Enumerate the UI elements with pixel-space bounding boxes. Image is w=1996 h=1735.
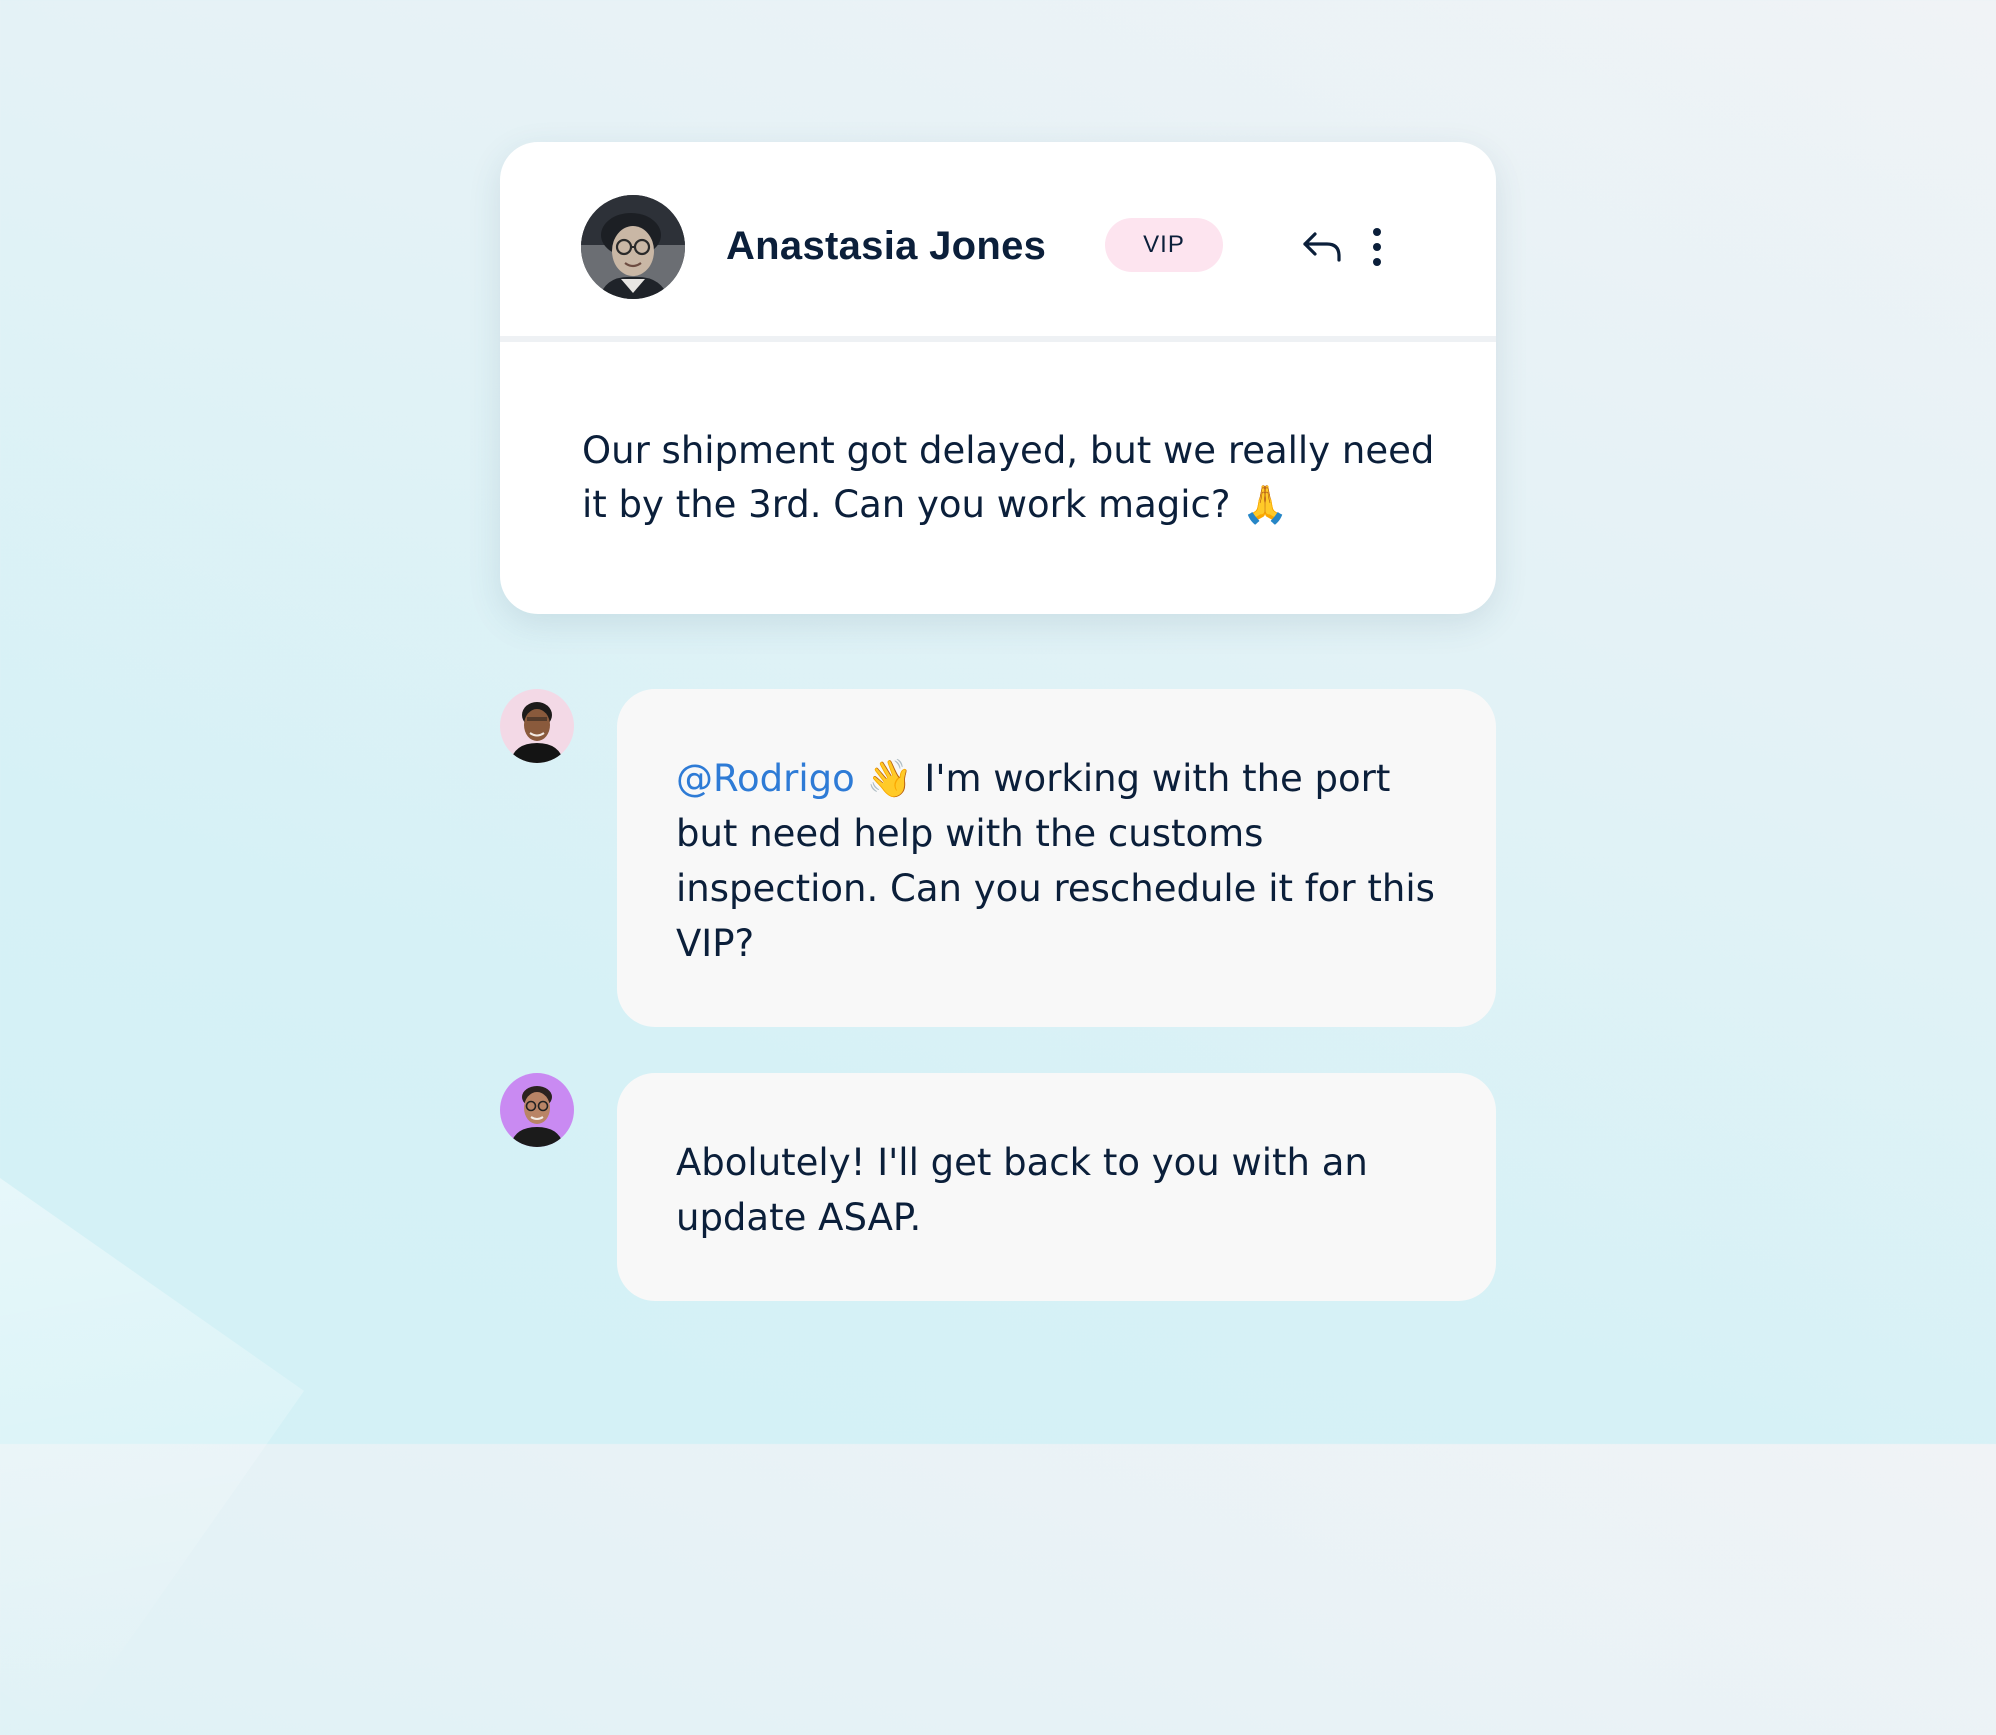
reply-icon	[1303, 232, 1341, 262]
background-decoration	[0, 1150, 305, 1735]
reply-button[interactable]	[1297, 222, 1347, 272]
comment-text: Abolutely! I'll get back to you with an …	[676, 1141, 1368, 1239]
more-options-button[interactable]	[1362, 222, 1392, 272]
sender-avatar	[581, 195, 685, 299]
comment-bubble: @Rodrigo 👋 I'm working with the port but…	[617, 689, 1496, 1027]
mention-link[interactable]: @Rodrigo	[676, 757, 855, 800]
vip-badge: VIP	[1105, 218, 1223, 272]
commenter-avatar	[500, 689, 574, 763]
commenter-avatar	[500, 1073, 574, 1147]
wave-emoji: 👋	[866, 757, 913, 800]
ticket-card: Anastasia Jones VIP Our shipment got del…	[500, 142, 1496, 614]
sender-name: Anastasia Jones	[726, 224, 1047, 268]
ticket-message: Our shipment got delayed, but we really …	[582, 429, 1435, 526]
comment-bubble: Abolutely! I'll get back to you with an …	[617, 1073, 1496, 1301]
ticket-header: Anastasia Jones VIP	[500, 142, 1496, 342]
more-vertical-icon	[1373, 228, 1381, 266]
